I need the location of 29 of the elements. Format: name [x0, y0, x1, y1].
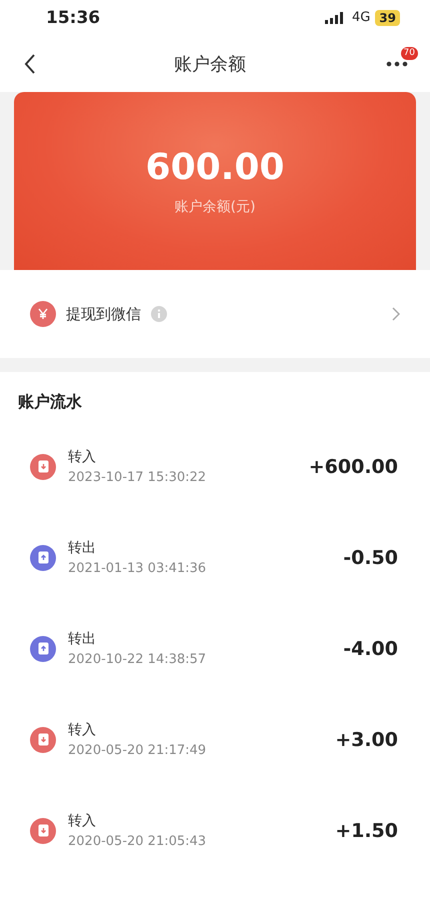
transaction-amount: +3.00: [335, 728, 398, 750]
section-title: 账户流水: [17, 391, 83, 413]
transaction-time: 2021-01-13 03:41:36: [68, 561, 206, 576]
transaction-type: 转出: [68, 630, 97, 648]
withdraw-row[interactable]: 提现到微信: [0, 270, 430, 358]
transaction-amount: -4.00: [343, 638, 398, 660]
battery-level: 39: [375, 10, 400, 26]
transaction-amount: +1.50: [335, 820, 398, 842]
more-icon[interactable]: [386, 60, 408, 66]
transaction-time: 2020-05-20 21:17:49: [68, 743, 206, 758]
transaction-amount: +600.00: [308, 456, 398, 478]
transaction-time: 2020-05-20 21:05:43: [68, 834, 206, 849]
chevron-icon: [392, 307, 400, 321]
balance-amount: 600.00: [146, 146, 284, 188]
yen-icon: [30, 301, 56, 327]
balance-label: 账户余额(元): [174, 198, 256, 216]
transaction-amount: -0.50: [343, 546, 398, 568]
transaction-type: 转入: [68, 721, 97, 739]
transaction-time: 2020-10-22 14:38:57: [68, 652, 206, 667]
transaction-time: 2023-10-17 15:30:22: [68, 470, 206, 485]
page-title: 账户余额: [174, 52, 246, 76]
withdraw-label: 提现到微信: [66, 304, 141, 324]
notification-badge: 70: [400, 46, 418, 60]
transaction-type: 转入: [68, 448, 97, 466]
transaction-type: 转出: [68, 539, 97, 557]
transaction-type: 转入: [68, 812, 97, 830]
back-icon[interactable]: [24, 52, 36, 74]
network-label: 4G: [352, 10, 370, 25]
status-time: 15:36: [46, 8, 100, 28]
